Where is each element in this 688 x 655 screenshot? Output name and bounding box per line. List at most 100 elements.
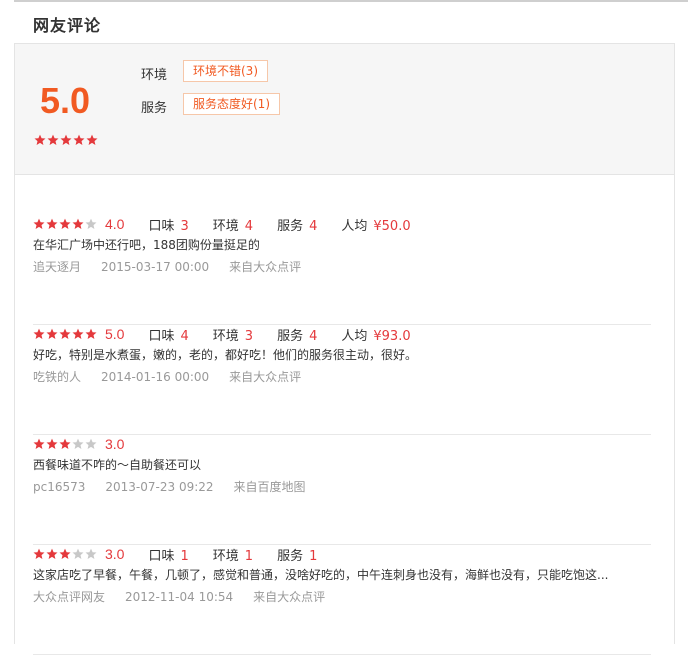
star-empty-icon [85,548,97,560]
metric-label: 人均 [341,218,368,234]
review-metric: 服务 4 [277,325,317,344]
review-meta: pc16573 2013-07-23 09:22 来自百度地图 [33,478,326,495]
star-empty-icon [72,548,84,560]
review-time: 2014-01-16 00:00 [101,370,210,384]
metric-label: 服务 [277,218,304,234]
review-metric: 口味 3 [148,215,188,234]
review-metric: 环境 3 [213,325,253,344]
review-stars [33,328,97,340]
review-stars [33,548,97,560]
rating-summary: 5.0 环境 环境不错(3) 服务 服务态度好(1) [15,44,674,175]
tag-label-service: 服务 [141,101,168,116]
star-filled-icon [33,328,45,340]
review-metric: 服务 4 [277,215,317,234]
review-item: 5.0 口味 4 环境 3 服务 4 人均 ¥93.0 好吃，特别是水煮蛋，嫩的，老的，都好吃！他… [33,324,651,435]
metric-label: 环境 [212,218,239,234]
overall-score: 5.0 [40,80,91,121]
star-filled-icon [33,218,45,230]
review-item: 3.0 口味 1 环境 1 服务 1 这家店吃了早餐，午餐，几顿了，感觉和普通，没啥好吃的，中… [33,544,651,655]
review-time: 2012-11-04 10:54 [125,590,234,604]
metric-value: ¥93.0 [373,328,411,344]
metric-label: 环境 [212,328,239,344]
metric-label: 口味 [148,218,175,234]
star-filled-icon [33,438,45,450]
review-text: 好吃，特别是水煮蛋，嫩的，老的，都好吃！他们的服务很主动，很好。 [33,348,418,362]
star-filled-icon [59,548,71,560]
review-item: 3.0 西餐味道不咋的～自助餐还可以 pc16573 2013-07-23 09:22… [33,434,651,545]
star-filled-icon [72,328,84,340]
star-filled-icon [33,548,45,560]
star-filled-icon [46,218,58,230]
metric-value: 3 [244,328,254,344]
review-time: 2013-07-23 09:22 [105,480,214,494]
review-time: 2015-03-17 00:00 [101,260,210,274]
review-rating-row: 3.0 [33,434,124,454]
metric-value: 1 [309,548,318,564]
metric-value: 4 [309,328,318,344]
star-filled-icon [86,134,98,146]
star-filled-icon [46,328,58,340]
review-rating-row: 5.0 口味 4 环境 3 服务 4 人均 ¥93.0 [33,324,411,344]
review-meta: 吃铁的人 2014-01-16 00:00 来自大众点评 [33,368,321,385]
review-user[interactable]: 追天逐月 [33,260,81,274]
review-score: 3.0 [105,546,125,562]
review-text: 在华汇广场中还行吧，188团购份量挺足的 [33,238,260,252]
review-metric: 人均 ¥93.0 [341,325,410,344]
metric-label: 人均 [341,328,368,344]
review-user[interactable]: 大众点评网友 [33,590,105,604]
metric-value: 1 [180,548,189,564]
top-divider [14,0,688,2]
review-metric: 环境 1 [213,545,253,564]
metric-label: 服务 [277,548,304,564]
review-source: 来自大众点评 [229,260,302,274]
metric-value: 4 [309,218,318,234]
star-filled-icon [59,438,71,450]
review-meta: 追天逐月 2015-03-17 00:00 来自大众点评 [33,258,321,275]
review-item: 4.0 口味 3 环境 4 服务 4 人均 ¥50.0 在华汇广场中还行吧，188团购份量挺足的追… [33,214,651,325]
star-filled-icon [46,548,58,560]
star-empty-icon [72,438,84,450]
review-metric: 服务 1 [277,545,317,564]
metric-value: 4 [180,328,189,344]
review-rating-row: 4.0 口味 3 环境 4 服务 4 人均 ¥50.0 [33,214,411,234]
overall-stars [34,134,98,146]
metric-value: 3 [180,218,189,234]
star-empty-icon [85,438,97,450]
star-empty-icon [85,218,97,230]
review-source: 来自百度地图 [233,480,306,494]
star-filled-icon [85,328,97,340]
metric-value: ¥50.0 [373,218,411,234]
star-filled-icon [60,134,72,146]
star-filled-icon [46,438,58,450]
review-source: 来自大众点评 [229,370,302,384]
tag-environment[interactable]: 环境不错(3) [183,60,268,82]
review-meta: 大众点评网友 2012-11-04 10:54 来自大众点评 [33,588,345,605]
metric-value: 1 [244,548,254,564]
star-filled-icon [47,134,59,146]
metric-value: 4 [244,218,254,234]
star-filled-icon [73,134,85,146]
metric-label: 服务 [277,328,304,344]
review-stars [33,438,97,450]
review-score: 3.0 [105,436,125,452]
metric-label: 环境 [212,548,239,564]
review-metric: 口味 1 [148,545,188,564]
review-source: 来自大众点评 [253,590,326,604]
tag-label-environment: 环境 [141,68,168,83]
review-metric: 口味 4 [148,325,188,344]
review-text: 这家店吃了早餐，午餐，几顿了，感觉和普通，没啥好吃的，中午连刺身也没有，海鲜也没… [33,568,609,582]
review-metric: 环境 4 [213,215,253,234]
star-filled-icon [59,218,71,230]
metric-label: 口味 [148,548,175,564]
review-text: 西餐味道不咋的～自助餐还可以 [33,458,202,472]
metric-label: 口味 [148,328,175,344]
review-user[interactable]: pc16573 [33,480,85,494]
review-user[interactable]: 吃铁的人 [33,370,81,384]
review-score: 4.0 [105,216,125,232]
star-filled-icon [59,328,71,340]
star-filled-icon [72,218,84,230]
review-score: 5.0 [105,326,125,342]
review-rating-row: 3.0 口味 1 环境 1 服务 1 [33,544,317,564]
tag-service[interactable]: 服务态度好(1) [183,93,280,115]
review-metric: 人均 ¥50.0 [341,215,410,234]
